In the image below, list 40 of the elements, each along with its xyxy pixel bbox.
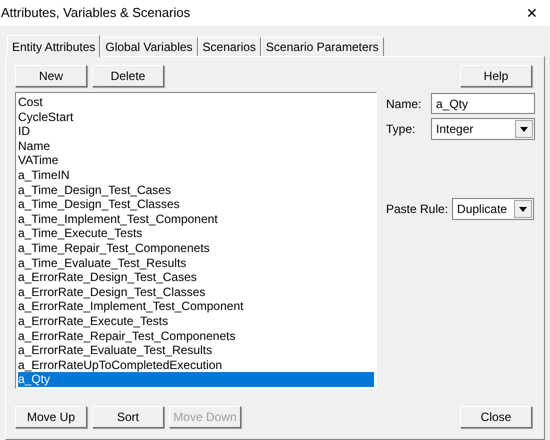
type-dropdown[interactable]: Integer xyxy=(431,118,535,140)
field-label: Type: xyxy=(386,121,416,138)
list-item[interactable]: a_Time_Evaluate_Test_Results xyxy=(18,256,374,270)
dialog-button[interactable]: Help xyxy=(460,65,532,87)
dropdown-arrow-icon xyxy=(519,206,528,212)
dialog-button[interactable]: New xyxy=(15,65,87,87)
paste-rule-dropdown[interactable]: Duplicate xyxy=(452,198,534,220)
window-title: Attributes, Variables & Scenarios xyxy=(1,4,190,22)
list-item[interactable]: a_ErrorRate_Design_Test_Cases xyxy=(18,270,374,285)
list-item[interactable]: a_Time_Repair_Test_Componenets xyxy=(18,240,374,256)
list-item[interactable]: a_ErrorRate_Design_Test_Classes xyxy=(18,284,374,300)
list-item[interactable]: VATime xyxy=(18,153,374,168)
list-item[interactable]: a_Time_Implement_Test_Component xyxy=(18,212,374,226)
list-item[interactable]: a_Time_Design_Test_Classes xyxy=(18,197,374,212)
dialog-button[interactable]: Close xyxy=(460,406,532,428)
list-item[interactable]: a_ErrorRate_Evaluate_Test_Results xyxy=(18,343,374,358)
list-item[interactable]: a_ErrorRate_Implement_Test_Component xyxy=(18,299,374,314)
dialog-button[interactable]: Sort xyxy=(92,406,164,428)
name-field[interactable]: a_Qty xyxy=(431,93,535,114)
dropdown-arrow-icon xyxy=(520,126,528,132)
list-item[interactable]: CycleStart xyxy=(18,110,374,124)
list-item[interactable]: a_TimeIN xyxy=(18,168,374,183)
dialog-button[interactable]: Delete xyxy=(92,65,164,87)
list-item[interactable]: ID xyxy=(18,124,374,139)
tab[interactable]: Entity Attributes xyxy=(7,35,100,57)
list-item[interactable]: a_Time_Execute_Tests xyxy=(18,226,374,241)
tab[interactable]: Scenario Parameters xyxy=(260,37,384,56)
tab[interactable]: Scenarios xyxy=(198,37,261,56)
list-item[interactable]: a_Time_Design_Test_Cases xyxy=(18,182,374,198)
field-label: Paste Rule: xyxy=(386,201,448,218)
close-button[interactable]: ✕ xyxy=(526,2,538,24)
dialog-button[interactable]: Move Up xyxy=(15,406,87,428)
list-item[interactable]: a_ErrorRate_Repair_Test_Componenets xyxy=(18,328,374,344)
list-item[interactable]: a_ErrorRate_Execute_Tests xyxy=(18,314,374,328)
list-item[interactable]: a_Qty xyxy=(18,372,374,387)
list-item[interactable]: Cost xyxy=(18,95,374,110)
field-label: Name: xyxy=(386,96,422,112)
list-item[interactable]: a_ErrorRateUpToCompletedExecution xyxy=(18,358,374,372)
tab[interactable]: Global Variables xyxy=(100,37,198,56)
list-item[interactable]: Name xyxy=(18,138,374,154)
